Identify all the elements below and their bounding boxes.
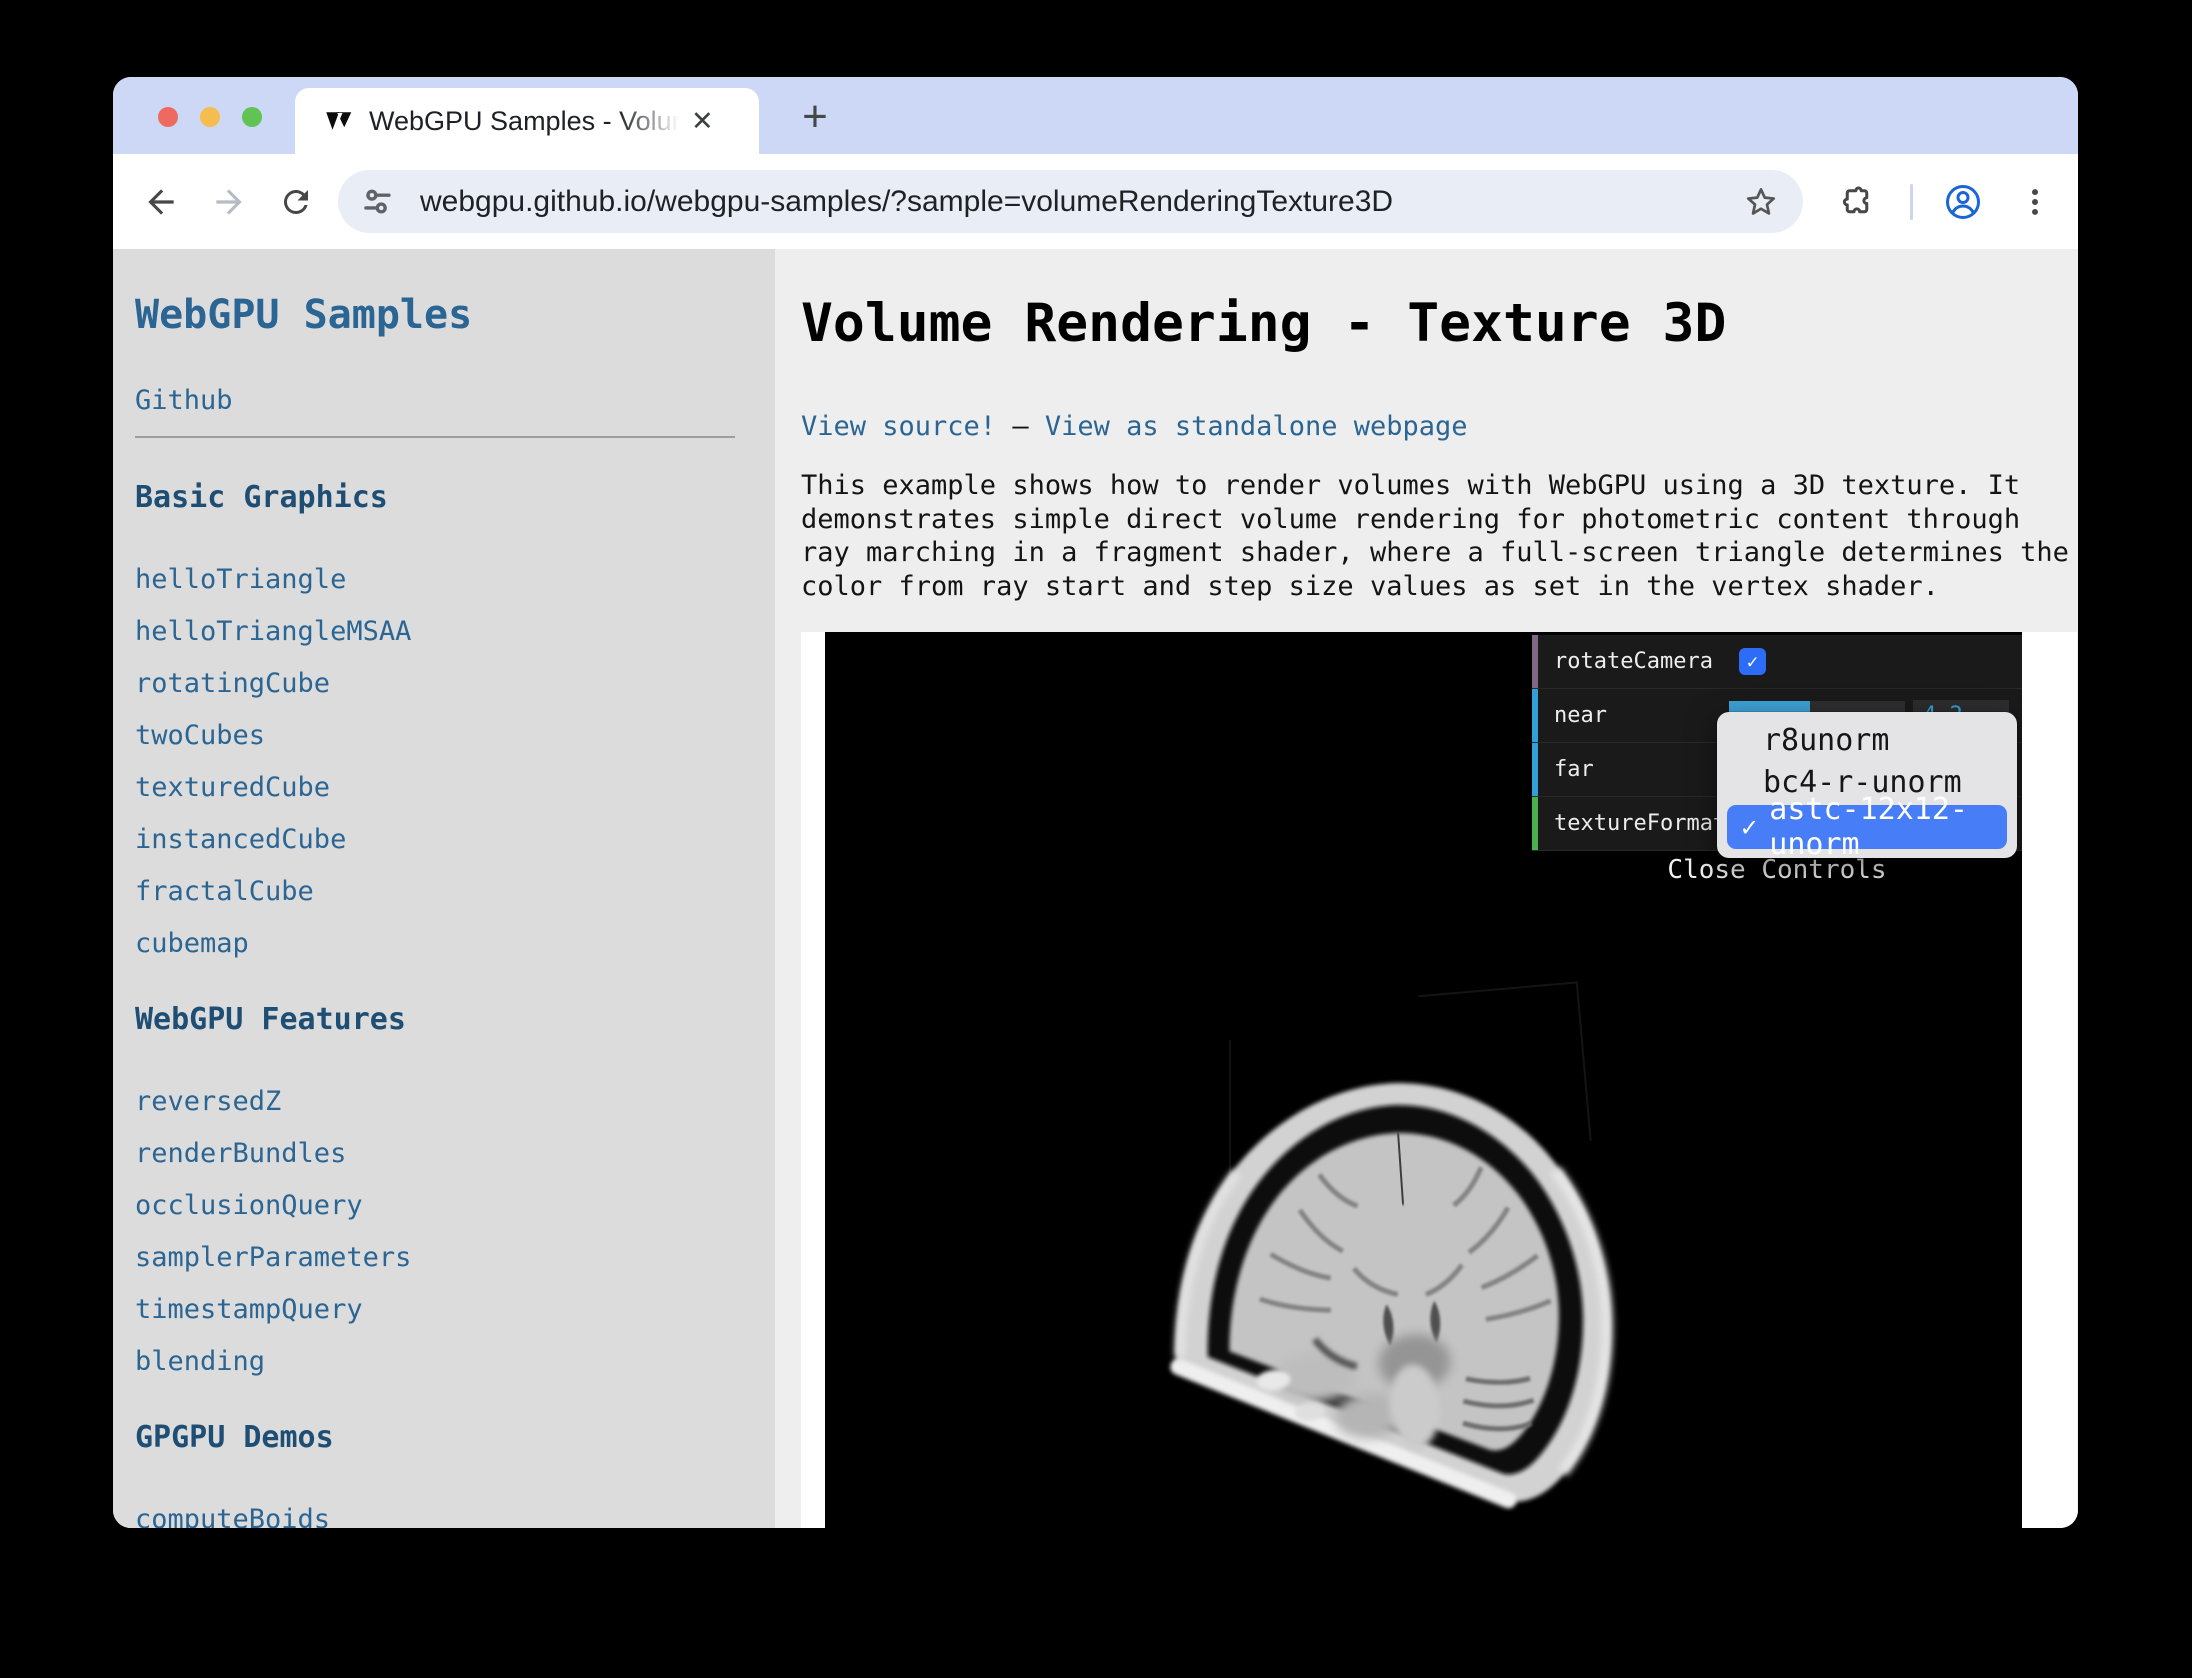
page-content: WebGPU Samples Github Basic Graphics hel…	[113, 249, 2078, 1528]
gui-row-rotateCamera: rotateCamera ✓	[1532, 635, 2022, 689]
sidebar-item-blending[interactable]: blending	[135, 1345, 775, 1378]
traffic-close-button[interactable]	[158, 107, 178, 127]
new-tab-button[interactable]: +	[785, 89, 845, 145]
browser-toolbar: webgpu.github.io/webgpu-samples/?sample=…	[113, 154, 2078, 249]
traffic-zoom-button[interactable]	[242, 107, 262, 127]
back-button[interactable]	[133, 154, 189, 249]
page-title: Volume Rendering - Texture 3D	[801, 292, 2078, 356]
sidebar-item-fractalCube[interactable]: fractalCube	[135, 875, 775, 908]
textureFormat-dropdown-menu: r8unorm bc4-r-unorm ✓ astc-12x12-unorm	[1717, 712, 2017, 858]
sidebar-item-instancedCube[interactable]: instancedCube	[135, 823, 775, 856]
sidebar-item-helloTriangleMSAA[interactable]: helloTriangleMSAA	[135, 615, 775, 648]
sidebar-item-timestampQuery[interactable]: timestampQuery	[135, 1293, 775, 1326]
url-text[interactable]: webgpu.github.io/webgpu-samples/?sample=…	[420, 185, 1743, 219]
sidebar-item-renderBundles[interactable]: renderBundles	[135, 1137, 775, 1170]
section-heading-webgpu-features: WebGPU Features	[135, 1002, 775, 1038]
sidebar-item-reversedZ[interactable]: reversedZ	[135, 1085, 775, 1118]
checkbox-check-icon: ✓	[1747, 651, 1758, 673]
webgpu-canvas[interactable]: rotateCamera ✓ near	[825, 632, 2022, 1528]
section-heading-gpgpu-demos: GPGPU Demos	[135, 1420, 775, 1456]
site-settings-icon[interactable]	[360, 185, 394, 219]
gui-label-far: far	[1538, 757, 1729, 782]
browser-tab[interactable]: WebGPU Samples - Volume R ✕	[295, 88, 759, 154]
sidebar-item-samplerParameters[interactable]: samplerParameters	[135, 1241, 775, 1274]
brain-mri-render	[1160, 1052, 1625, 1512]
sidebar-divider	[135, 436, 735, 438]
tab-close-icon[interactable]: ✕	[691, 106, 714, 137]
standalone-webpage-link[interactable]: View as standalone webpage	[1045, 411, 1468, 442]
browser-window: WebGPU Samples - Volume R ✕ + webgpu.git…	[113, 77, 2078, 1528]
section-heading-basic-graphics: Basic Graphics	[135, 480, 775, 516]
webgpu-favicon-icon	[325, 110, 355, 132]
example-container: rotateCamera ✓ near	[801, 632, 2077, 1528]
dropdown-option-astc-12x12-unorm[interactable]: ✓ astc-12x12-unorm	[1727, 805, 2007, 849]
site-title: WebGPU Samples	[135, 291, 775, 339]
sample-description: This example shows how to render volumes…	[801, 469, 2073, 603]
main-content: Volume Rendering - Texture 3D View sourc…	[775, 249, 2078, 1528]
tab-strip: WebGPU Samples - Volume R ✕ +	[113, 77, 2078, 154]
sidebar-item-computeBoids[interactable]: computeBoids	[135, 1503, 775, 1528]
github-link[interactable]: Github	[135, 384, 775, 417]
profile-avatar-icon[interactable]	[1935, 154, 1991, 249]
source-links-row: View source! — View as standalone webpag…	[801, 410, 2078, 443]
sidebar: WebGPU Samples Github Basic Graphics hel…	[113, 249, 775, 1528]
rotateCamera-checkbox[interactable]: ✓	[1739, 648, 1766, 675]
forward-button[interactable]	[201, 154, 257, 249]
gui-label-near: near	[1538, 703, 1729, 728]
url-bar[interactable]: webgpu.github.io/webgpu-samples/?sample=…	[338, 170, 1803, 233]
section-list-gpgpu-demos: computeBoids	[135, 1503, 775, 1528]
dropdown-option-r8unorm[interactable]: r8unorm	[1717, 719, 2017, 761]
sidebar-item-rotatingCube[interactable]: rotatingCube	[135, 667, 775, 700]
selected-check-icon: ✓	[1741, 812, 1757, 843]
tab-title: WebGPU Samples - Volume R	[369, 106, 689, 137]
traffic-minimize-button[interactable]	[200, 107, 220, 127]
extensions-icon[interactable]	[1829, 154, 1885, 249]
selected-option-label: astc-12x12-unorm	[1769, 792, 2007, 862]
sidebar-item-texturedCube[interactable]: texturedCube	[135, 771, 775, 804]
gui-label-textureFormat: textureFormat	[1538, 811, 1729, 836]
toolbar-separator	[1910, 184, 1913, 220]
view-source-link[interactable]: View source!	[801, 411, 996, 442]
sidebar-item-twoCubes[interactable]: twoCubes	[135, 719, 775, 752]
gui-label-rotateCamera: rotateCamera	[1538, 649, 1729, 674]
sidebar-item-occlusionQuery[interactable]: occlusionQuery	[135, 1189, 775, 1222]
sidebar-item-helloTriangle[interactable]: helloTriangle	[135, 563, 775, 596]
bookmark-star-icon[interactable]	[1743, 184, 1779, 220]
section-list-basic-graphics: helloTriangle helloTriangleMSAA rotating…	[135, 563, 775, 960]
reload-button[interactable]	[268, 154, 324, 249]
sidebar-item-cubemap[interactable]: cubemap	[135, 927, 775, 960]
section-list-webgpu-features: reversedZ renderBundles occlusionQuery s…	[135, 1085, 775, 1378]
menu-dots-icon[interactable]	[2007, 154, 2063, 249]
links-separator: —	[996, 411, 1045, 442]
